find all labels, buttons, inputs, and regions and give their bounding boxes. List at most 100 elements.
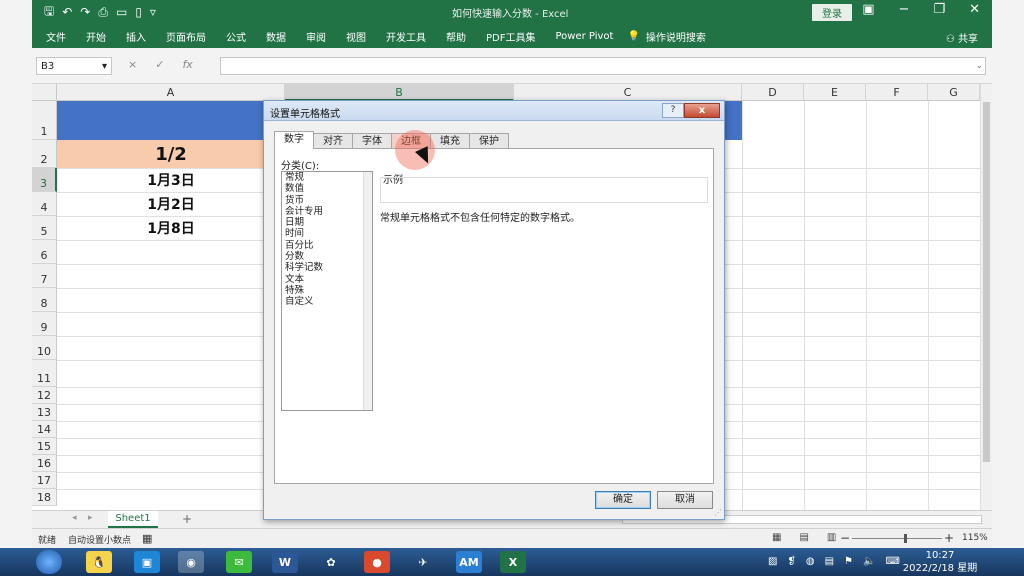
wechat-icon[interactable]: ✉ bbox=[226, 551, 252, 573]
tab-font[interactable]: 字体 bbox=[352, 133, 392, 149]
name-box[interactable]: B3 ▾ bbox=[36, 57, 112, 75]
resize-grip-icon[interactable]: ⋰ bbox=[714, 508, 722, 517]
tab-fill[interactable]: 填充 bbox=[430, 133, 470, 149]
media-icon[interactable]: ◉ bbox=[178, 551, 204, 573]
column-header-d[interactable]: D bbox=[742, 84, 804, 101]
tab-protection[interactable]: 保护 bbox=[469, 133, 509, 149]
zoom-out-icon[interactable]: − bbox=[840, 531, 850, 545]
category-text[interactable]: 文本 bbox=[282, 274, 372, 285]
cell-a5[interactable]: 1月8日 bbox=[57, 216, 285, 240]
category-currency[interactable]: 货币 bbox=[282, 195, 372, 206]
tray-clip-icon[interactable]: ❡ bbox=[787, 556, 795, 567]
ribbon-display-icon[interactable]: ▣ bbox=[862, 2, 874, 17]
print-preview-icon[interactable]: ⎙ bbox=[98, 5, 108, 20]
category-general[interactable]: 常规 bbox=[282, 172, 372, 183]
close-icon[interactable]: ✕ bbox=[969, 2, 980, 17]
cell-a3[interactable]: 1月3日 bbox=[57, 168, 285, 192]
column-header-a[interactable]: A bbox=[57, 84, 285, 101]
category-fraction[interactable]: 分数 bbox=[282, 251, 372, 262]
am-icon[interactable]: AM bbox=[456, 551, 482, 573]
tab-insert[interactable]: 插入 bbox=[126, 29, 146, 44]
expand-formula-icon[interactable]: ⌄ bbox=[975, 61, 983, 71]
tray-flag-icon[interactable]: ⚑ bbox=[844, 556, 853, 567]
row-header-9[interactable]: 9 bbox=[32, 312, 57, 336]
row-header-10[interactable]: 10 bbox=[32, 336, 57, 360]
word-icon[interactable]: W bbox=[272, 551, 298, 573]
ok-button[interactable]: 确定 bbox=[595, 491, 651, 509]
row-header-8[interactable]: 8 bbox=[32, 288, 57, 312]
paint-icon[interactable]: ✿ bbox=[318, 551, 344, 573]
save-icon[interactable]: 🖫 bbox=[44, 2, 54, 23]
feishu-icon[interactable]: ✈ bbox=[410, 551, 436, 573]
row-header-1[interactable]: 1 bbox=[32, 101, 57, 140]
category-list[interactable]: 常规 数值 货币 会计专用 日期 时间 百分比 分数 科学记数 文本 特殊 自定… bbox=[281, 171, 373, 411]
browser-icon[interactable]: ● bbox=[364, 551, 390, 573]
page-break-view-icon[interactable]: ▥ bbox=[827, 532, 836, 543]
row-header-11[interactable]: 11 bbox=[32, 360, 57, 387]
category-percentage[interactable]: 百分比 bbox=[282, 240, 372, 251]
select-all-corner[interactable] bbox=[32, 84, 57, 101]
normal-view-icon[interactable]: ▦ bbox=[772, 532, 781, 543]
tab-page-layout[interactable]: 页面布局 bbox=[166, 29, 206, 44]
row-header-13[interactable]: 13 bbox=[32, 404, 57, 421]
dialog-title-bar[interactable]: 设置单元格格式 ? x bbox=[264, 101, 724, 121]
vertical-scrollbar[interactable] bbox=[980, 84, 992, 510]
row-header-7[interactable]: 7 bbox=[32, 264, 57, 288]
row-header-14[interactable]: 14 bbox=[32, 421, 57, 438]
enter-edit-icon[interactable]: ✓ bbox=[155, 58, 164, 71]
tab-file[interactable]: 文件 bbox=[46, 29, 66, 44]
formula-input[interactable]: ⌄ bbox=[220, 57, 986, 75]
clock[interactable]: 10:27 2022/2/18 星期五 bbox=[900, 549, 980, 576]
cancel-edit-icon[interactable]: × bbox=[128, 58, 137, 71]
row-header-12[interactable]: 12 bbox=[32, 387, 57, 404]
qq-icon[interactable]: 🐧 bbox=[86, 551, 112, 573]
tab-view[interactable]: 视图 bbox=[346, 29, 366, 44]
category-scientific[interactable]: 科学记数 bbox=[282, 262, 372, 273]
redo-icon[interactable]: ↷ bbox=[80, 5, 90, 19]
open-icon[interactable]: ▭ bbox=[116, 5, 127, 19]
customize-icon[interactable]: ▿ bbox=[150, 5, 156, 19]
column-header-b[interactable]: B bbox=[285, 84, 514, 101]
add-sheet-icon[interactable]: + bbox=[182, 512, 192, 526]
cell-a4[interactable]: 1月2日 bbox=[57, 192, 285, 216]
category-scrollbar[interactable] bbox=[363, 172, 372, 410]
new-icon[interactable]: ▯ bbox=[135, 5, 142, 19]
column-header-c[interactable]: C bbox=[514, 84, 742, 101]
category-special[interactable]: 特殊 bbox=[282, 285, 372, 296]
zoom-in-icon[interactable]: + bbox=[944, 531, 954, 545]
tray-keyboard-icon[interactable]: ⌨ bbox=[885, 556, 899, 567]
tray-wechat-icon[interactable]: ◍ bbox=[806, 556, 815, 567]
scroll-left-icon[interactable]: ◂ bbox=[72, 513, 77, 523]
row-header-16[interactable]: 16 bbox=[32, 455, 57, 472]
column-header-g[interactable]: G bbox=[928, 84, 980, 101]
dialog-close-icon[interactable]: x bbox=[684, 103, 720, 118]
zoom-slider[interactable] bbox=[852, 538, 942, 539]
category-time[interactable]: 时间 bbox=[282, 228, 372, 239]
help-icon[interactable]: ? bbox=[662, 103, 684, 118]
tray-network-icon[interactable]: ▤ bbox=[825, 556, 834, 567]
row-header-3[interactable]: 3 bbox=[32, 168, 57, 192]
tab-power-pivot[interactable]: Power Pivot bbox=[555, 31, 613, 42]
column-header-f[interactable]: F bbox=[866, 84, 928, 101]
page-layout-view-icon[interactable]: ▤ bbox=[799, 532, 808, 543]
category-date[interactable]: 日期 bbox=[282, 217, 372, 228]
category-accounting[interactable]: 会计专用 bbox=[282, 206, 372, 217]
zoom-level[interactable]: 115% bbox=[962, 533, 988, 543]
row-header-4[interactable]: 4 bbox=[32, 192, 57, 216]
zoom-slider-thumb[interactable] bbox=[904, 534, 907, 543]
scroll-right-icon[interactable]: ▸ bbox=[88, 513, 93, 523]
macro-record-icon[interactable]: ▦ bbox=[142, 532, 152, 545]
restore-icon[interactable]: ❐ bbox=[933, 2, 945, 17]
tab-review[interactable]: 审阅 bbox=[306, 29, 326, 44]
tab-alignment[interactable]: 对齐 bbox=[313, 133, 353, 149]
row-header-17[interactable]: 17 bbox=[32, 472, 57, 489]
tell-me-search[interactable]: 💡 操作说明搜索 bbox=[627, 29, 705, 44]
row-header-15[interactable]: 15 bbox=[32, 438, 57, 455]
volume-icon[interactable]: 🔈 bbox=[863, 556, 875, 567]
tray-app-icon[interactable]: ▨ bbox=[768, 556, 777, 567]
category-number[interactable]: 数值 bbox=[282, 183, 372, 194]
tab-pdf-tools[interactable]: PDF工具集 bbox=[486, 29, 535, 44]
tab-help[interactable]: 帮助 bbox=[446, 29, 466, 44]
vertical-scroll-thumb[interactable] bbox=[983, 102, 990, 462]
excel-icon[interactable]: X bbox=[500, 551, 526, 573]
